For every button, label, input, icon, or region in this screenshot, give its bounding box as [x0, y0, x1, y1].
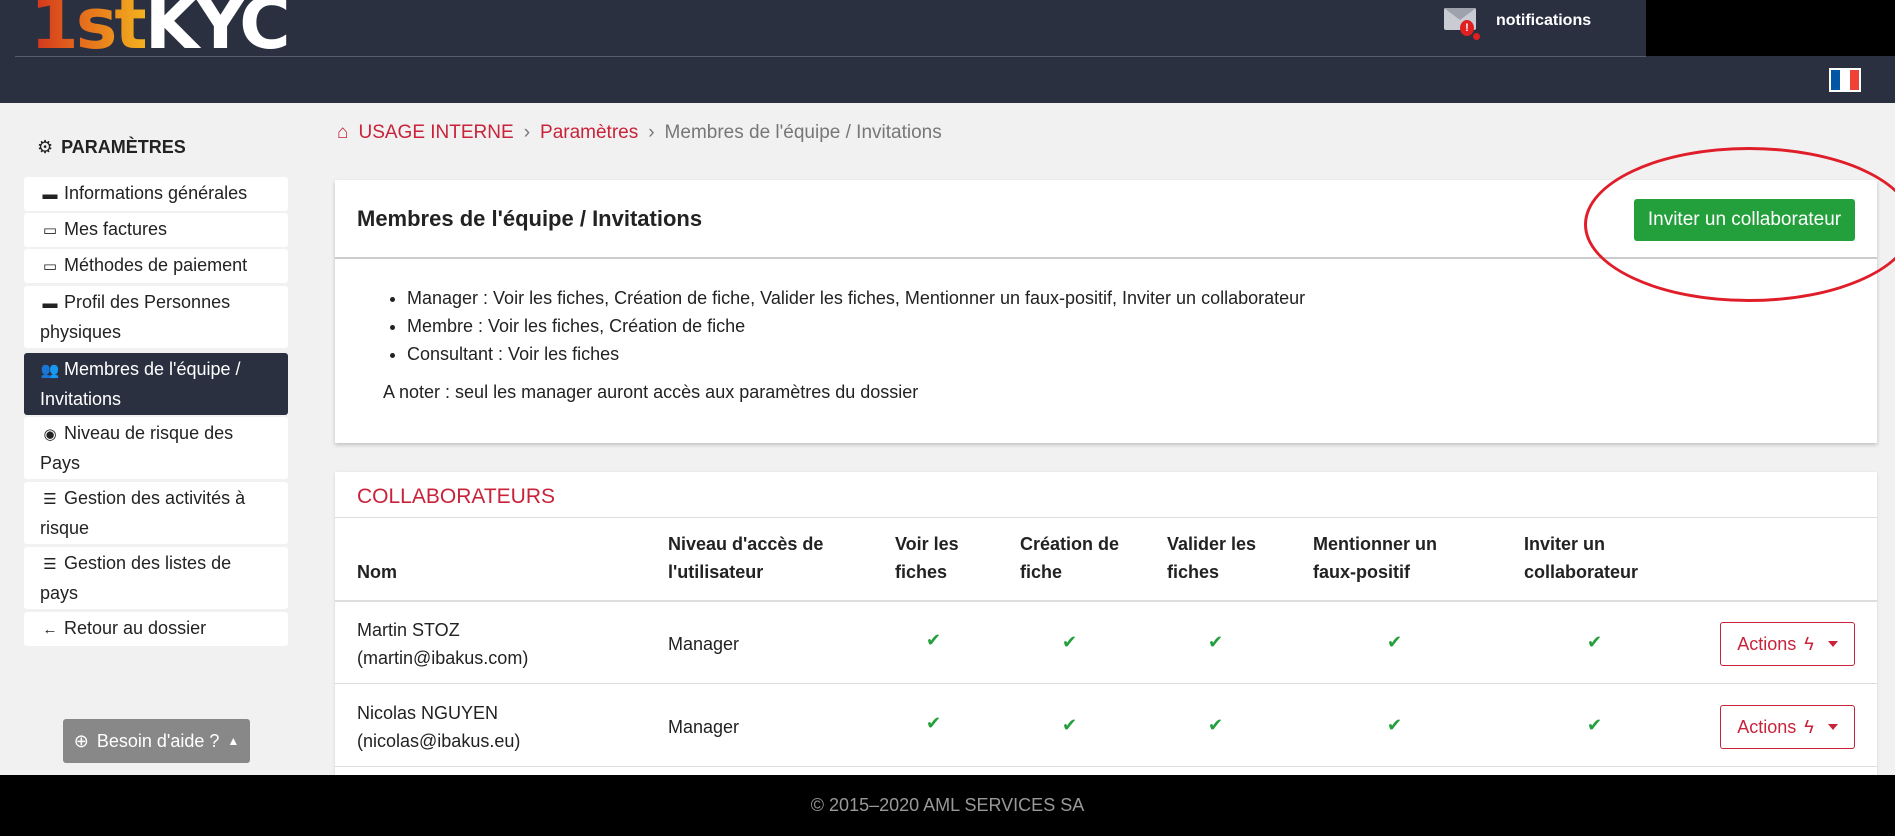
list-icon: ☰: [43, 491, 57, 508]
home-icon[interactable]: ⌂: [337, 122, 348, 144]
access-level: Manager: [668, 634, 740, 654]
check-icon: ✔: [1387, 715, 1403, 735]
breadcrumb-parametres[interactable]: Paramètres: [540, 122, 638, 144]
sidebar-item-membres-equipe[interactable]: 👥 Membres de l'équipe / Invitations: [24, 353, 288, 415]
credit-card-icon: ▭: [42, 258, 58, 275]
bolt-icon: ϟ: [1804, 633, 1814, 654]
sidebar-item-informations-generales[interactable]: ▬ Informations générales: [24, 177, 288, 211]
check-icon: ✔: [1062, 632, 1078, 652]
actions-dropdown-button[interactable]: Actions ϟ: [1720, 705, 1855, 749]
bolt-icon: ϟ: [1804, 716, 1814, 737]
sidebar-item-listes-pays[interactable]: ☰ Gestion des listes de pays: [24, 547, 288, 609]
folder-icon: ▬: [42, 295, 58, 312]
footer: © 2015–2020 AML SERVICES SA: [0, 775, 1895, 836]
page-title: Membres de l'équipe / Invitations: [357, 206, 703, 231]
role-manager: Manager : Voir les fiches, Création de f…: [407, 284, 1305, 312]
collaborator-email: (nicolas@ibakus.eu): [357, 731, 521, 751]
lifebuoy-icon: ⊕: [73, 730, 89, 751]
actions-dropdown-button[interactable]: Actions ϟ: [1720, 622, 1855, 666]
logo-kyc: KYC: [144, 0, 291, 65]
roles-list: Manager : Voir les fiches, Création de f…: [407, 284, 1305, 368]
check-icon: ✔: [1387, 632, 1403, 652]
app-logo[interactable]: 1st KYC: [30, 0, 291, 65]
column-header-inviter: Inviter un collaborateur: [1524, 534, 1639, 582]
notifications-button[interactable]: ! notifications: [1444, 8, 1592, 40]
table-row: Martin STOZ (martin@ibakus.com): [357, 616, 528, 672]
column-header-nom: Nom: [357, 562, 397, 582]
globe-icon: ◉: [43, 426, 57, 443]
sidebar-item-retour-dossier[interactable]: ← Retour au dossier: [24, 612, 288, 646]
table-row: Nicolas NGUYEN (nicolas@ibakus.eu): [357, 699, 520, 755]
role-membre: Membre : Voir les fiches, Création de fi…: [407, 312, 1305, 340]
collaborators-title: COLLABORATEURS: [357, 485, 555, 508]
sidebar-item-activites-risque[interactable]: ☰ Gestion des activités à risque: [24, 482, 288, 544]
sidebar-title: ⚙ PARAMÈTRES: [37, 137, 186, 157]
caret-down-icon: [1827, 641, 1838, 647]
users-icon: 👥: [40, 362, 60, 379]
mail-alert-icon: !: [1444, 8, 1480, 40]
breadcrumb-current: Membres de l'équipe / Invitations: [664, 122, 942, 143]
folder-icon: ▬: [42, 186, 58, 203]
gear-icon: ⚙: [37, 137, 54, 157]
check-icon: ✔: [1587, 715, 1603, 735]
logo-first: 1st: [30, 0, 148, 59]
collaborators-card: COLLABORATEURS Nom Niveau d'accès de l'u…: [335, 472, 1877, 776]
sidebar-item-niveau-risque[interactable]: ◉ Niveau de risque des Pays: [24, 417, 288, 479]
caret-up-icon: ▲: [227, 734, 240, 748]
check-icon: ✔: [926, 713, 942, 733]
sidebar-item-mes-factures[interactable]: ▭ Mes factures: [24, 213, 288, 247]
notifications-label: notifications: [1496, 12, 1592, 29]
footer-copyright: © 2015–2020 AML SERVICES SA: [810, 795, 1085, 815]
collaborator-email: (martin@ibakus.com): [357, 648, 529, 668]
breadcrumb-separator: ›: [648, 122, 655, 143]
check-icon: ✔: [1062, 715, 1078, 735]
column-header-niveau: Niveau d'accès de l'utilisateur: [668, 534, 824, 582]
caret-down-icon: [1827, 724, 1838, 730]
language-flag-fr[interactable]: [1829, 68, 1861, 92]
column-header-voir: Voir les fiches: [895, 534, 959, 582]
sidebar-item-profil-personnes[interactable]: ▬ Profil des Personnes physiques: [24, 286, 288, 348]
collaborator-name: Nicolas NGUYEN: [357, 703, 499, 723]
check-icon: ✔: [1208, 715, 1224, 735]
role-consultant: Consultant : Voir les fiches: [407, 340, 1305, 368]
column-header-creation: Création de fiche: [1020, 534, 1120, 582]
help-button[interactable]: ⊕ Besoin d'aide ? ▲: [63, 719, 250, 763]
breadcrumb-home[interactable]: USAGE INTERNE: [358, 122, 513, 144]
list-icon: ☰: [43, 556, 57, 573]
check-icon: ✔: [1587, 632, 1603, 652]
column-header-valider: Valider les fiches: [1167, 534, 1257, 582]
breadcrumb: ⌂ USAGE INTERNE › Paramètres › Membres d…: [337, 122, 942, 144]
check-icon: ✔: [926, 630, 942, 650]
sidebar-item-methodes-paiement[interactable]: ▭ Méthodes de paiement: [24, 249, 288, 283]
breadcrumb-separator: ›: [523, 122, 531, 143]
roles-note: A noter : seul les manager auront accès …: [383, 382, 919, 402]
arrow-left-icon: ←: [42, 621, 58, 638]
annotation-circle: [1584, 147, 1895, 302]
collaborator-name: Martin STOZ: [357, 620, 460, 640]
check-icon: ✔: [1208, 632, 1224, 652]
credit-card-icon: ▭: [42, 222, 58, 239]
column-header-faux-positif: Mentionner un faux-positif: [1313, 534, 1437, 582]
access-level: Manager: [668, 717, 740, 737]
top-header-black-area: [1646, 0, 1895, 56]
